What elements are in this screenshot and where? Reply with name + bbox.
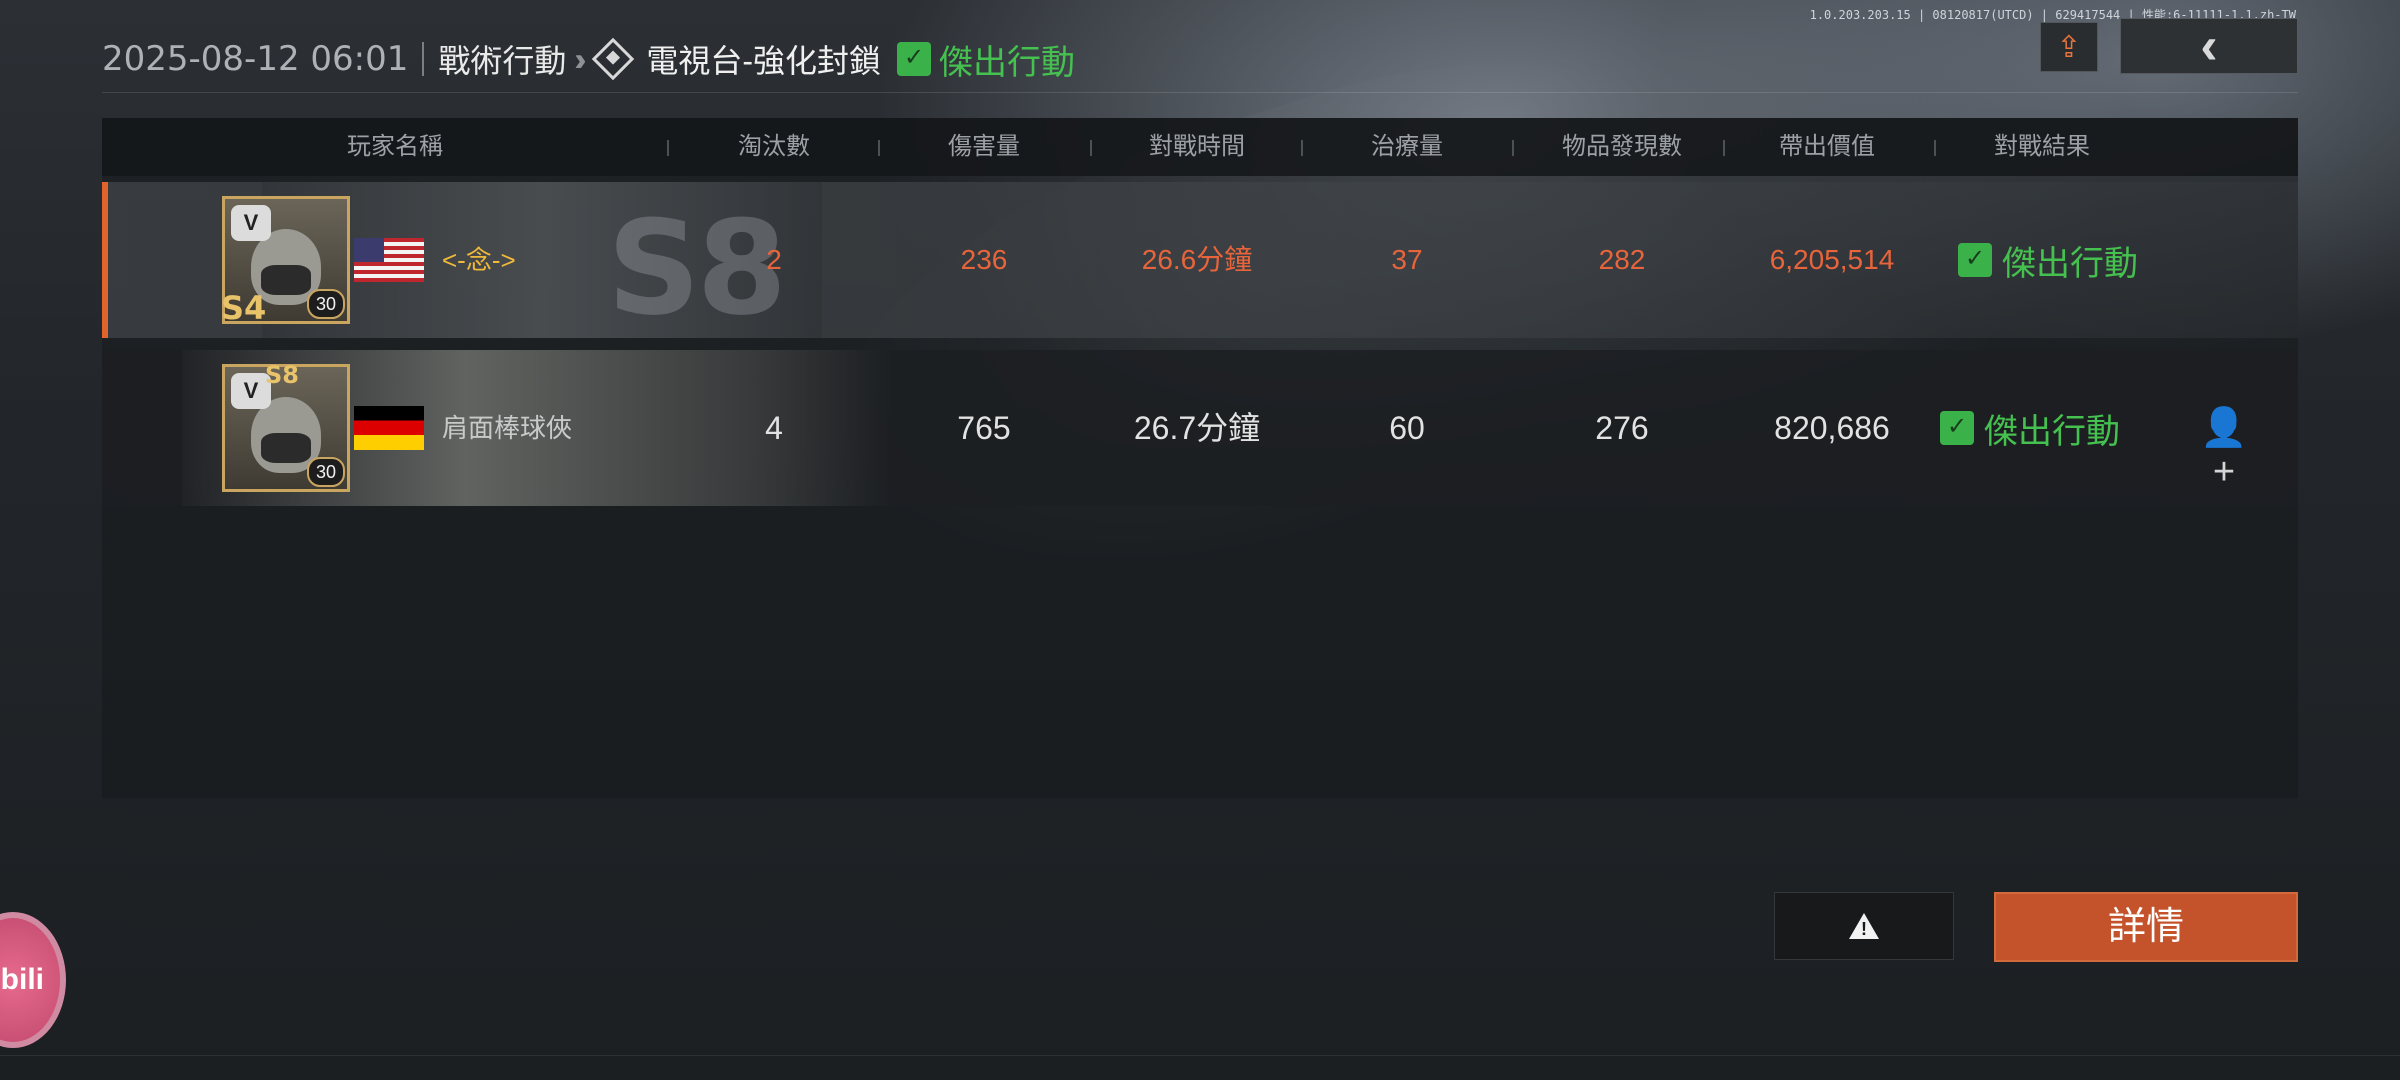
col-divider <box>1934 140 1936 156</box>
table-header: 玩家名稱 淘汰數 傷害量 對戰時間 治療量 物品發現數 帶出價值 對戰結果 <box>102 118 2298 176</box>
season-badge: S8 <box>265 361 299 389</box>
row-result-text: 傑出行動 <box>2002 244 2138 283</box>
col-divider <box>1090 140 1092 156</box>
table-row-player-1[interactable]: S8 V 30 S4 <-念-> 2 236 26.6分鐘 37 282 6,2… <box>102 182 2298 338</box>
match-header: 2025-08-12 06:01 戰術行動 ››› 電視台-強化封鎖 傑出行動 <box>102 36 1075 82</box>
col-player-name: 玩家名稱 <box>347 133 443 160</box>
season-badge: S4 <box>221 289 267 327</box>
col-result: 對戰結果 <box>1994 133 2090 160</box>
us-flag-icon <box>354 238 424 282</box>
table-row-player-2[interactable]: V 30 S8 肩面棒球俠 4 765 26.7分鐘 60 276 820,68… <box>102 350 2298 506</box>
player-name: 肩面棒球俠 <box>442 413 573 443</box>
share-button[interactable]: ⇪ <box>2040 22 2098 72</box>
warning-icon <box>1849 913 1879 940</box>
kills-value: 4 <box>765 410 783 446</box>
back-button[interactable]: ‹ <box>2120 17 2298 75</box>
row-result: 傑出行動 <box>1958 230 2138 290</box>
double-chevron-icon: ››› <box>574 40 586 77</box>
player-name: <-念-> <box>442 245 516 275</box>
share-icon: ⇪ <box>2056 30 2082 64</box>
match-result: 傑出行動 <box>939 43 1076 82</box>
details-button[interactable]: 詳情 <box>1994 892 2298 962</box>
thumbs-up-icon <box>1958 243 1992 277</box>
player-avatar[interactable]: V 30 S4 <box>221 196 350 327</box>
self-row-accent <box>102 182 108 338</box>
time-value: 26.7分鐘 <box>1133 410 1261 446</box>
thumbs-up-icon <box>897 42 932 76</box>
col-divider <box>1723 140 1725 156</box>
items-value: 282 <box>1598 244 1646 275</box>
player-level: 30 <box>307 289 345 319</box>
col-kills: 淘汰數 <box>738 133 810 160</box>
bottom-divider <box>0 1055 2400 1056</box>
extract-value: 6,205,514 <box>1769 244 1895 275</box>
row-result: 傑出行動 <box>1940 398 2120 458</box>
rank-tag-icon: V <box>231 205 271 241</box>
bilibili-overlay-icon[interactable]: bili <box>0 912 66 1048</box>
col-divider <box>878 140 880 156</box>
kills-value: 2 <box>766 244 782 275</box>
report-button[interactable] <box>1774 892 1954 960</box>
map-name: 電視台-強化封鎖 <box>646 43 882 79</box>
thumbs-up-icon <box>1940 411 1974 445</box>
col-time: 對戰時間 <box>1149 133 1245 160</box>
game-mode: 戰術行動 <box>438 43 567 79</box>
back-icon: ‹ <box>2200 17 2218 75</box>
time-value: 26.6分鐘 <box>1141 244 1253 275</box>
player-avatar[interactable]: V 30 S8 <box>222 361 350 492</box>
germany-flag-icon <box>354 406 424 450</box>
col-damage: 傷害量 <box>948 133 1020 160</box>
damage-value: 765 <box>957 410 1011 446</box>
diamond-map-icon <box>592 37 635 81</box>
header-underline <box>102 92 2298 93</box>
player-level: 30 <box>307 457 345 487</box>
row-result-text: 傑出行動 <box>1984 412 2120 451</box>
heal-value: 37 <box>1391 244 1423 275</box>
col-divider <box>667 140 669 156</box>
header-divider <box>422 42 425 76</box>
scoreboard-table: 玩家名稱 淘汰數 傷害量 對戰時間 治療量 物品發現數 帶出價值 對戰結果 S8… <box>102 118 2298 798</box>
damage-value: 236 <box>960 244 1008 275</box>
add-friend-icon[interactable]: 👤+ <box>2200 406 2248 493</box>
col-divider <box>1512 140 1514 156</box>
col-value: 帶出價值 <box>1779 133 1875 160</box>
col-items: 物品發現數 <box>1562 133 1682 160</box>
match-datetime: 2025-08-12 06:01 <box>102 39 409 79</box>
col-divider <box>1301 140 1303 156</box>
items-value: 276 <box>1595 410 1649 446</box>
col-heal: 治療量 <box>1371 133 1443 160</box>
heal-value: 60 <box>1389 410 1425 446</box>
extract-value: 820,686 <box>1774 410 1890 446</box>
